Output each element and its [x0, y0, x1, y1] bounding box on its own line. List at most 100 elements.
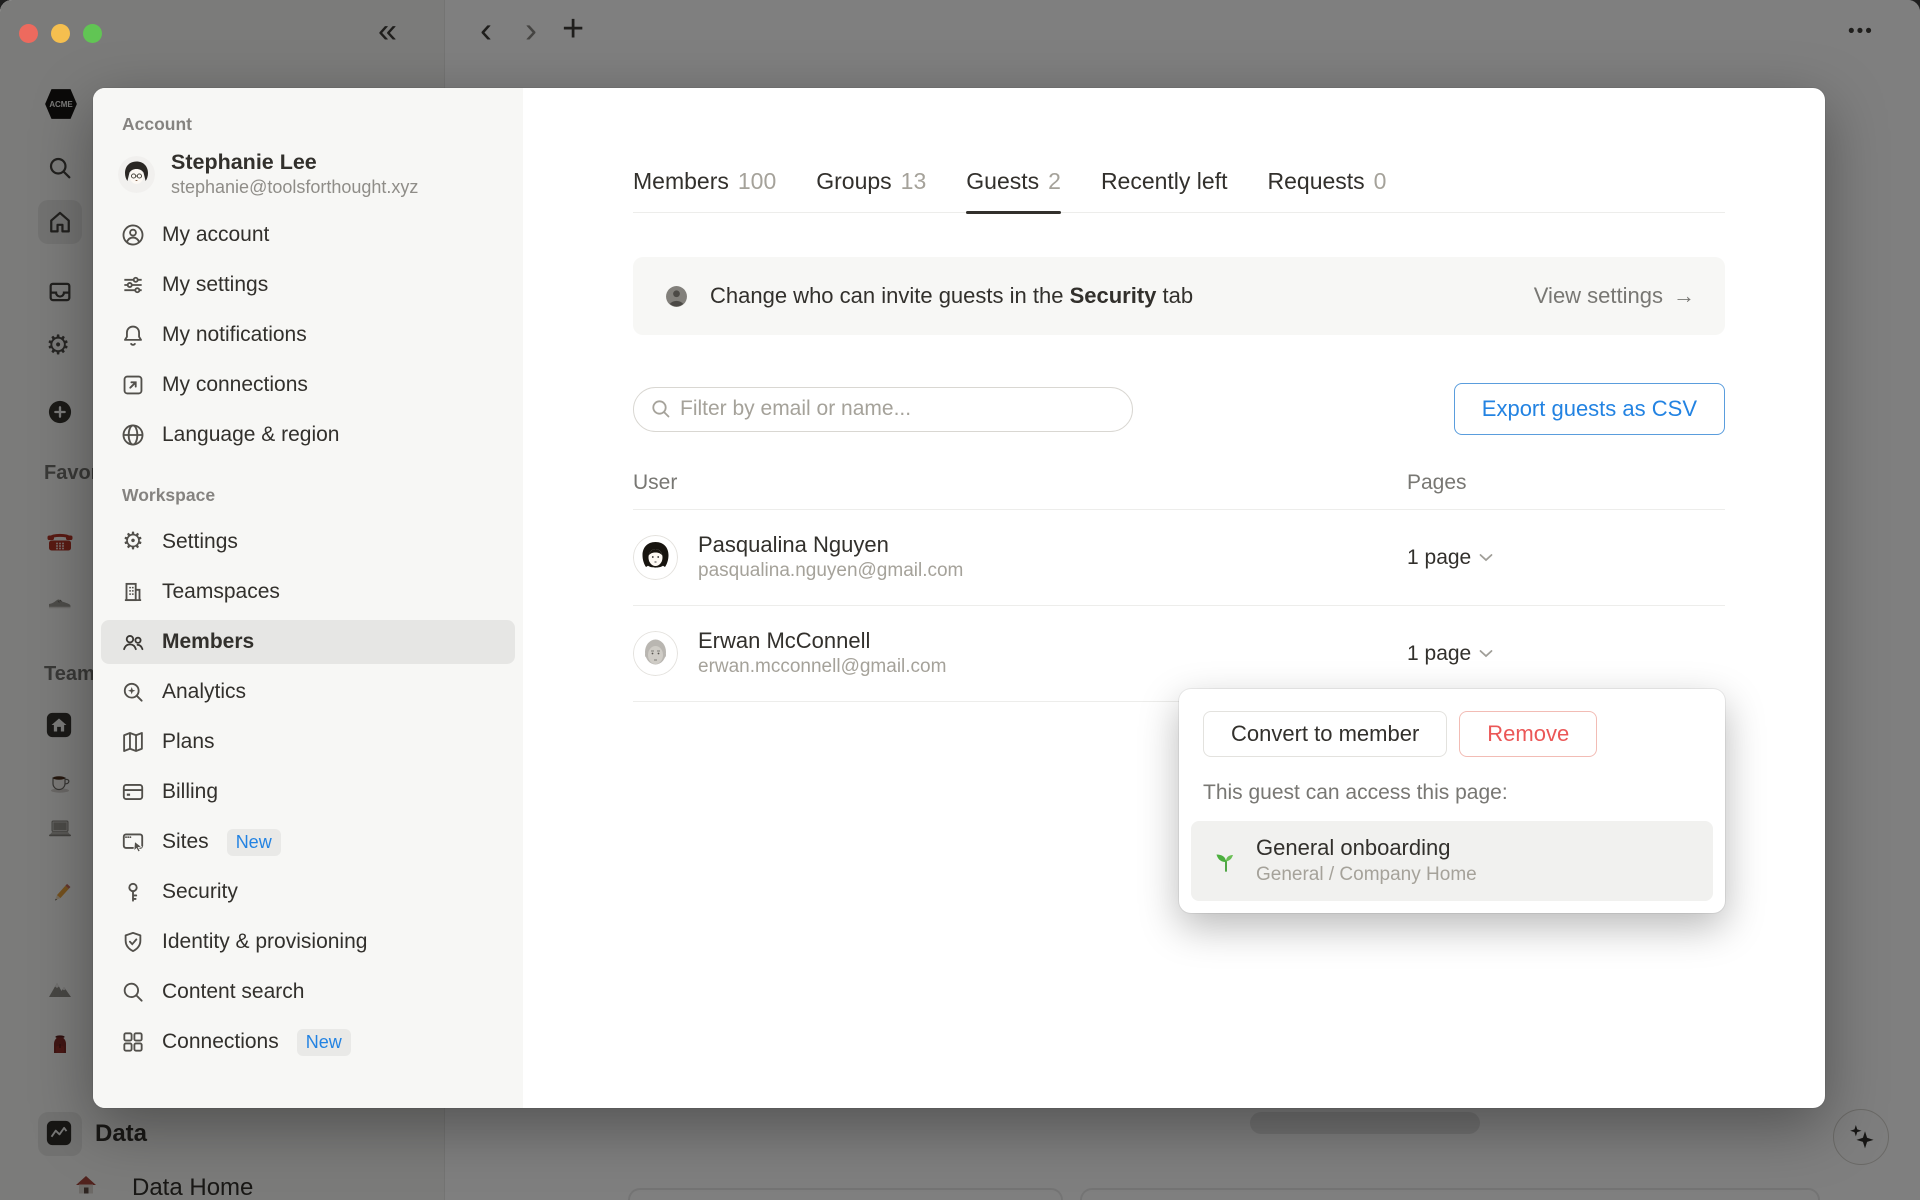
- nav-item-billing[interactable]: Billing: [101, 770, 515, 814]
- nav-item-label: Sites: [162, 830, 209, 854]
- nav-item-plans[interactable]: Plans: [101, 720, 515, 764]
- key-icon: [120, 879, 146, 905]
- nav-item-label: Identity & provisioning: [162, 930, 368, 954]
- nav-item-language-region[interactable]: Language & region: [101, 413, 515, 457]
- credit-card-icon: [120, 779, 146, 805]
- guest-email: erwan.mcconnell@gmail.com: [698, 656, 947, 678]
- nav-item-content-search[interactable]: Content search: [101, 970, 515, 1014]
- nav-item-my-connections[interactable]: My connections: [101, 363, 515, 407]
- tab-count: 2: [1048, 168, 1061, 194]
- guest-avatar: [633, 535, 678, 580]
- profile-row[interactable]: Stephanie Lee stephanie@toolsforthought.…: [118, 149, 515, 199]
- profile-email: stephanie@toolsforthought.xyz: [171, 176, 419, 197]
- tab-label: Groups: [816, 168, 892, 194]
- nav-item-sites[interactable]: Sites New: [101, 820, 515, 864]
- new-badge: New: [226, 828, 281, 856]
- export-guests-csv-button[interactable]: Export guests as CSV: [1453, 383, 1725, 435]
- settings-nav-panel: Account Stephanie Lee stephanie@toolsfor…: [93, 88, 523, 1108]
- nav-item-settings[interactable]: ⚙ Settings: [101, 520, 515, 564]
- profile-name: Stephanie Lee: [171, 150, 317, 174]
- tab-count: 0: [1373, 168, 1387, 194]
- nav-item-my-notifications[interactable]: My notifications: [101, 313, 515, 357]
- nav-item-my-account[interactable]: My account: [101, 213, 515, 257]
- search-icon: [652, 399, 670, 417]
- nav-item-my-settings[interactable]: My settings: [101, 263, 515, 307]
- guest-row[interactable]: Erwan McConnell erwan.mcconnell@gmail.co…: [633, 606, 1725, 702]
- nav-item-label: Members: [162, 630, 255, 654]
- person-circle-icon: [120, 222, 146, 248]
- nav-item-label: Security: [162, 880, 238, 904]
- remove-guest-button[interactable]: Remove: [1459, 711, 1598, 757]
- bell-icon: [120, 322, 146, 348]
- pages-dropdown[interactable]: 1 page: [1407, 546, 1725, 570]
- nav-item-label: Teamspaces: [162, 580, 280, 604]
- globe-icon: [120, 422, 146, 448]
- guest-access-label: This guest can access this page:: [1203, 781, 1508, 804]
- guest-email: pasqualina.nguyen@gmail.com: [698, 560, 964, 582]
- guest-name: Pasqualina Nguyen: [698, 531, 889, 557]
- nav-item-connections[interactable]: Connections New: [101, 1020, 515, 1064]
- tab-count: 100: [737, 168, 777, 194]
- nav-item-analytics[interactable]: Analytics: [101, 670, 515, 714]
- nav-item-teamspaces[interactable]: Teamspaces: [101, 570, 515, 614]
- gear-icon: ⚙: [122, 528, 144, 556]
- members-content-pane: Members 100 Groups 13 Guests 2 Recently lef…: [523, 88, 1825, 1108]
- tab-label: Recently left: [1100, 168, 1228, 194]
- guest-actions-popover: Convert to member Remove This guest can …: [1179, 689, 1725, 913]
- tab-members[interactable]: Members 100: [633, 168, 776, 212]
- browser-cursor-icon: [120, 829, 146, 855]
- nav-item-label: Language & region: [162, 423, 340, 447]
- zoom-window-button[interactable]: [83, 24, 102, 43]
- banner-text: Change who can invite guests in the Secu…: [710, 283, 1194, 308]
- tab-label: Guests: [966, 168, 1040, 194]
- nav-item-security[interactable]: Security: [101, 870, 515, 914]
- tab-label: Requests: [1267, 168, 1365, 194]
- account-section-header: Account: [122, 114, 192, 134]
- building-icon: [120, 579, 146, 605]
- tab-requests[interactable]: Requests 0: [1268, 168, 1387, 212]
- chevron-down-icon: [1479, 554, 1493, 562]
- grid-icon: [120, 1029, 146, 1055]
- person-circle-icon: [666, 285, 687, 307]
- nav-item-label: My notifications: [162, 323, 307, 347]
- nav-item-identity-provisioning[interactable]: Identity & provisioning: [101, 920, 515, 964]
- workspace-section-header: Workspace: [122, 485, 216, 506]
- close-window-button[interactable]: [19, 24, 38, 43]
- tab-groups[interactable]: Groups 13: [816, 168, 926, 212]
- nav-item-label: Connections: [162, 1030, 279, 1054]
- invite-guests-banner: Change who can invite guests in the Secu…: [633, 257, 1725, 335]
- nav-item-label: Analytics: [162, 680, 247, 704]
- filter-input[interactable]: [633, 386, 1133, 432]
- nav-item-label: My settings: [162, 273, 269, 297]
- minimize-window-button[interactable]: [51, 24, 70, 43]
- guest-name: Erwan McConnell: [698, 627, 871, 653]
- column-pages: Pages: [1407, 471, 1467, 494]
- tab-recently-left[interactable]: Recently left: [1101, 168, 1228, 212]
- new-badge: New: [296, 1028, 351, 1056]
- convert-to-member-button[interactable]: Convert to member: [1203, 711, 1448, 757]
- nav-item-label: Settings: [162, 530, 238, 554]
- view-settings-link[interactable]: View settings →: [1534, 283, 1695, 309]
- guest-avatar: [633, 631, 678, 676]
- guest-row[interactable]: Pasqualina Nguyen pasqualina.nguyen@gmai…: [633, 510, 1725, 606]
- chevron-down-icon: [1479, 650, 1493, 658]
- tab-label: Members: [633, 168, 729, 194]
- page-path: General / Company Home: [1256, 863, 1477, 885]
- shield-check-icon: [120, 929, 146, 955]
- tab-count: 13: [900, 168, 927, 194]
- guest-filter-search: [633, 386, 1133, 432]
- guest-table-header: User Pages: [633, 471, 1725, 510]
- member-tabs: Members 100 Groups 13 Guests 2 Recently lef…: [633, 168, 1725, 214]
- people-icon: [120, 629, 146, 655]
- arrow-right-icon: →: [1673, 283, 1695, 308]
- settings-modal: Account Stephanie Lee stephanie@toolsfor…: [93, 88, 1825, 1108]
- column-user: User: [633, 471, 678, 494]
- page-title: General onboarding: [1256, 835, 1451, 861]
- tab-guests[interactable]: Guests 2: [966, 168, 1061, 214]
- nav-item-members[interactable]: Members: [101, 620, 515, 665]
- accessible-page-item[interactable]: General onboarding General / Company Hom…: [1191, 821, 1713, 901]
- nav-item-label: Content search: [162, 980, 305, 1004]
- nav-item-label: My connections: [162, 373, 308, 397]
- map-icon: [120, 729, 146, 755]
- pages-dropdown[interactable]: 1 page: [1407, 642, 1725, 666]
